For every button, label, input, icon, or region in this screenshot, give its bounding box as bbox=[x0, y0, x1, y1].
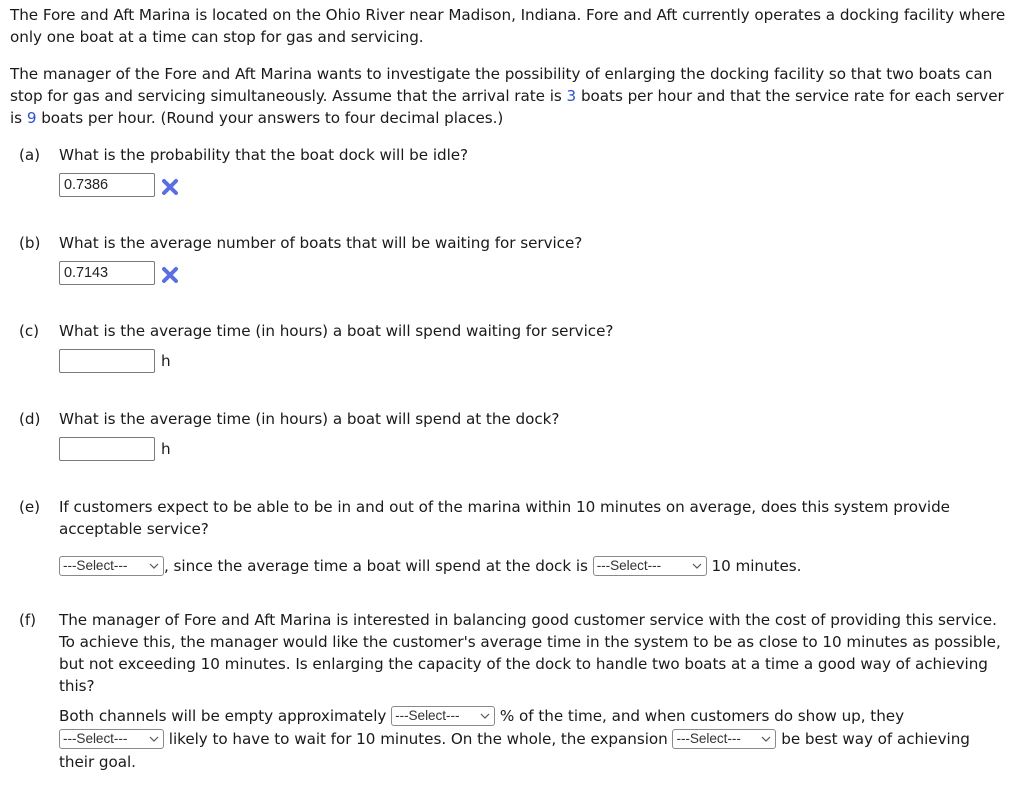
chevron-down-icon bbox=[762, 736, 771, 742]
chevron-down-icon bbox=[480, 713, 490, 719]
expansion-select[interactable]: ---Select--- bbox=[672, 728, 777, 749]
part-f-answer-paragraph: Both channels will be empty approximatel… bbox=[59, 705, 1006, 774]
part-label: (a) bbox=[19, 146, 41, 164]
x-mark-icon bbox=[161, 178, 179, 196]
part-question: What is the average number of boats that… bbox=[59, 234, 583, 252]
part-question: What is the average time (in hours) a bo… bbox=[59, 322, 614, 340]
part-label: (c) bbox=[19, 322, 40, 340]
part-c: (c) What is the average time (in hours) … bbox=[19, 320, 1014, 374]
chevron-down-icon bbox=[149, 563, 159, 569]
answer-input-d[interactable] bbox=[59, 437, 155, 461]
part-f: (f) The manager of Fore and Aft Marina i… bbox=[19, 609, 1014, 774]
x-mark-icon bbox=[161, 266, 179, 284]
text: Both channels will be empty approximatel… bbox=[59, 707, 387, 725]
empty-percent-select[interactable]: ---Select--- bbox=[391, 705, 496, 726]
text: likely to have to wait for 10 minutes. O… bbox=[168, 730, 668, 748]
part-a: (a) What is the probability that the boa… bbox=[19, 144, 1014, 198]
chevron-down-icon bbox=[149, 736, 159, 742]
select-value: ---Select--- bbox=[63, 557, 128, 573]
answer-input-b[interactable]: 0.7143 bbox=[59, 261, 155, 285]
unit-label: h bbox=[161, 352, 171, 370]
part-question: If customers expect to be able to be in … bbox=[59, 498, 950, 538]
wait-likelihood-select[interactable]: ---Select--- bbox=[59, 728, 164, 749]
part-e: (e) If customers expect to be able to be… bbox=[19, 496, 1014, 577]
part-e-answer-line: ---Select--- , since the average time a b… bbox=[59, 555, 1014, 577]
text: , since the average time a boat will spe… bbox=[164, 557, 588, 575]
acceptable-service-select[interactable]: ---Select--- bbox=[59, 555, 164, 576]
intro-paragraph-1: The Fore and Aft Marina is located on th… bbox=[10, 6, 1006, 46]
service-rate-value: 9 bbox=[26, 109, 37, 127]
part-label: (e) bbox=[19, 498, 41, 516]
part-b: (b) What is the average number of boats … bbox=[19, 232, 1014, 286]
select-value: ---Select--- bbox=[596, 557, 662, 573]
comparison-select[interactable]: ---Select--- bbox=[592, 555, 707, 576]
chevron-down-icon bbox=[692, 563, 702, 569]
select-value: ---Select--- bbox=[63, 730, 128, 746]
answer-input-a[interactable]: 0.7386 bbox=[59, 173, 155, 197]
intro-paragraph-2: The manager of the Fore and Aft Marina w… bbox=[10, 63, 1014, 129]
part-label: (d) bbox=[19, 410, 41, 428]
part-d: (d) What is the average time (in hours) … bbox=[19, 408, 1014, 462]
text: % of the time, and when customers do sho… bbox=[499, 707, 905, 725]
select-value: ---Select--- bbox=[676, 730, 741, 746]
arrival-rate-value: 3 bbox=[566, 87, 577, 105]
unit-label: h bbox=[161, 440, 171, 458]
part-question: What is the average time (in hours) a bo… bbox=[59, 410, 560, 428]
part-question: What is the probability that the boat do… bbox=[59, 146, 469, 164]
part-question: The manager of Fore and Aft Marina is in… bbox=[59, 611, 1001, 695]
text: 10 minutes. bbox=[711, 557, 802, 575]
part-label: (b) bbox=[19, 234, 41, 252]
select-value: ---Select--- bbox=[395, 707, 460, 723]
part-label: (f) bbox=[19, 611, 37, 629]
problem-container: The Fore and Aft Marina is located on th… bbox=[0, 0, 1024, 774]
answer-input-c[interactable] bbox=[59, 349, 155, 373]
intro-text: boats per hour. (Round your answers to f… bbox=[36, 109, 504, 127]
